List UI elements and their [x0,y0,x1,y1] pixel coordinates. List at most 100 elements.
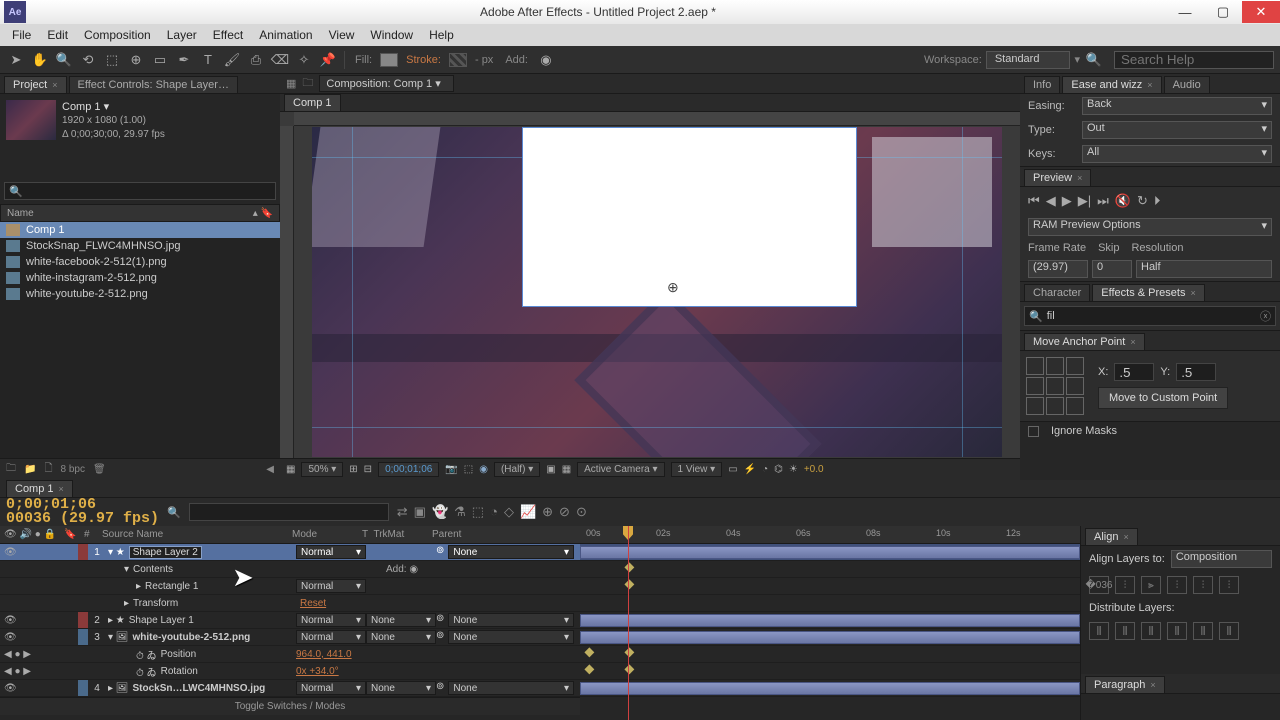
col-source[interactable]: Source Name [96,529,286,540]
comp-dropdown[interactable]: Composition: Comp 1 ▾ [319,75,453,92]
fill-swatch[interactable] [380,53,398,67]
zoom-tool-icon[interactable]: 🔍 [54,50,74,70]
rotation-value[interactable]: 0x +34.0° [296,666,339,677]
parent-select[interactable]: None▾ [448,545,574,559]
name-column[interactable]: Name [7,208,34,219]
flowchart-icon[interactable]: ▦ [286,77,296,90]
tl-icon[interactable]: ⊙ [576,504,587,520]
composition-viewer[interactable]: ⊕ [280,112,1020,458]
ease-wizz-tab[interactable]: Ease and wizz× [1062,76,1161,93]
move-to-custom-button[interactable]: Move to Custom Point [1098,387,1228,409]
roto-tool-icon[interactable]: ✧ [294,50,314,70]
dist-icon[interactable]: ⫼ [1141,622,1161,640]
draft3d-icon[interactable]: ▣ [414,504,426,520]
toggle-switches[interactable]: Toggle Switches / Modes [235,701,346,712]
selection-tool-icon[interactable]: ➤ [6,50,26,70]
effect-controls-tab[interactable]: Effect Controls: Shape Layer… [69,76,238,93]
menu-file[interactable]: File [4,26,39,44]
stroke-px[interactable]: - px [475,54,493,66]
prop-rotation[interactable]: ◀ ● ▶ ⏱ ゐ Rotation 0x +34.0° [0,663,580,680]
loop-icon[interactable]: ↻ [1137,193,1148,209]
trkmat-select[interactable]: None▾ [366,630,436,644]
view-select[interactable]: 1 View ▾ [671,462,723,477]
res-icon2[interactable]: ⊟ [364,464,372,475]
layer-row-3[interactable]: 👁 3 ▾ 🖼 white-youtube-2-512.png Normal▾ … [0,629,580,646]
add-menu-icon[interactable]: ◉ [536,50,556,70]
timeline-search[interactable] [189,503,389,521]
maximize-button[interactable]: ▢ [1204,1,1242,23]
project-item[interactable]: white-facebook-2-512(1).png [0,254,280,270]
comp-inner-tab[interactable]: Comp 1 [284,94,341,111]
puppet-tool-icon[interactable]: 📌 [318,50,338,70]
reset-exposure-icon[interactable]: ☀ [789,464,798,475]
col-parent[interactable]: Parent [426,529,467,540]
align-left-icon[interactable]: �036 [1089,576,1109,594]
menu-effect[interactable]: Effect [205,26,251,44]
prev-frame-icon[interactable]: ◀ [1046,193,1056,209]
pen-tool-icon[interactable]: ✒ [174,50,194,70]
scroll-left-icon[interactable]: ◀ [266,464,274,475]
align-bottom-icon[interactable]: ⫶ [1219,576,1239,594]
tl-icon[interactable]: ⊘ [559,504,570,520]
graph-editor-icon[interactable]: 📈 [520,504,536,520]
project-search[interactable]: 🔍 [4,182,276,200]
layer-icon[interactable]: 🗀 [302,74,313,93]
anchor-point-icon[interactable]: ⊕ [667,279,681,293]
col-num[interactable]: # [78,529,96,540]
project-item-comp1[interactable]: Comp 1 [0,222,280,238]
new-comp-icon[interactable]: 🗋 [44,461,52,478]
parent-select[interactable]: None▾ [448,613,574,627]
skip-select[interactable]: 0 [1092,260,1132,278]
brainstorm-icon[interactable]: ◔ [490,504,498,520]
menu-window[interactable]: Window [362,26,421,44]
audio-tab[interactable]: Audio [1164,76,1210,93]
camera-select[interactable]: Active Camera ▾ [577,462,664,477]
last-frame-icon[interactable]: ⏭ [1097,193,1109,209]
search-help-input[interactable] [1114,51,1274,69]
ignore-masks-checkbox[interactable] [1028,426,1039,437]
mode-select[interactable]: Normal▾ [296,545,366,559]
workspace-select[interactable]: Standard [986,51,1071,69]
clone-tool-icon[interactable]: ⎙ [246,50,266,70]
anchor-tool-icon[interactable]: ⊕ [126,50,146,70]
dist-icon[interactable]: ⫼ [1089,622,1109,640]
playhead[interactable] [628,526,629,720]
menu-edit[interactable]: Edit [39,26,76,44]
anchor-grid[interactable] [1026,357,1084,415]
menu-help[interactable]: Help [421,26,462,44]
comp-mini-flowchart-icon[interactable]: ⇄ [397,504,408,520]
motion-blur-icon[interactable]: ⬚ [472,504,484,520]
brush-tool-icon[interactable]: 🖌 [222,50,242,70]
layer-transform[interactable]: ▸ Transform Reset [0,595,580,612]
framerate-select[interactable]: (29.97) [1028,260,1088,278]
timeline-icon[interactable]: ◔ [762,464,768,475]
prop-position[interactable]: ◀ ● ▶ ⏱ ゐ Position 964.0, 441.0 [0,646,580,663]
channel-rgb-icon[interactable]: ◉ [479,464,488,475]
effects-presets-tab[interactable]: Effects & Presets× [1092,284,1204,301]
layer-contents[interactable]: ▾ Contents Add: ◉ [0,561,580,578]
effects-search[interactable]: 🔍filⓧ [1024,306,1276,326]
project-item[interactable]: white-instagram-2-512.png [0,270,280,286]
stroke-swatch[interactable] [449,53,467,67]
preview-res-select[interactable]: Half [1136,260,1272,278]
x-input[interactable] [1114,363,1154,381]
easing-select[interactable]: Back▾ [1082,97,1272,115]
flowchart2-icon[interactable]: ⌬ [774,464,783,475]
fast-preview-icon[interactable]: ⚡ [744,464,756,475]
exposure-value[interactable]: +0.0 [804,464,824,475]
timeline-tab[interactable]: Comp 1× [6,480,73,497]
tl-icon[interactable]: ⊕ [542,504,553,520]
align-right-icon[interactable]: ⫸ [1141,576,1161,594]
shy-icon[interactable]: 👻 [432,504,448,520]
project-item[interactable]: StockSnap_FLWC4MHNSO.jpg [0,238,280,254]
always-preview-icon[interactable]: ▦ [286,464,295,475]
align-hcenter-icon[interactable]: ⫶ [1115,576,1135,594]
align-vcenter-icon[interactable]: ⫶ [1193,576,1213,594]
shape-rectangle[interactable] [522,127,857,307]
layer-row-2[interactable]: 👁 2 ▸ ★ Shape Layer 1 Normal▾ None▾ ⊚Non… [0,612,580,629]
close-button[interactable]: ✕ [1242,1,1280,23]
dist-icon[interactable]: ⫼ [1193,622,1213,640]
ram-options-select[interactable]: RAM Preview Options▾ [1028,218,1272,236]
layer-rectangle[interactable]: ▸ Rectangle 1 Normal▾ [0,578,580,595]
ram-preview-icon[interactable]: ⏵ [1154,193,1161,209]
